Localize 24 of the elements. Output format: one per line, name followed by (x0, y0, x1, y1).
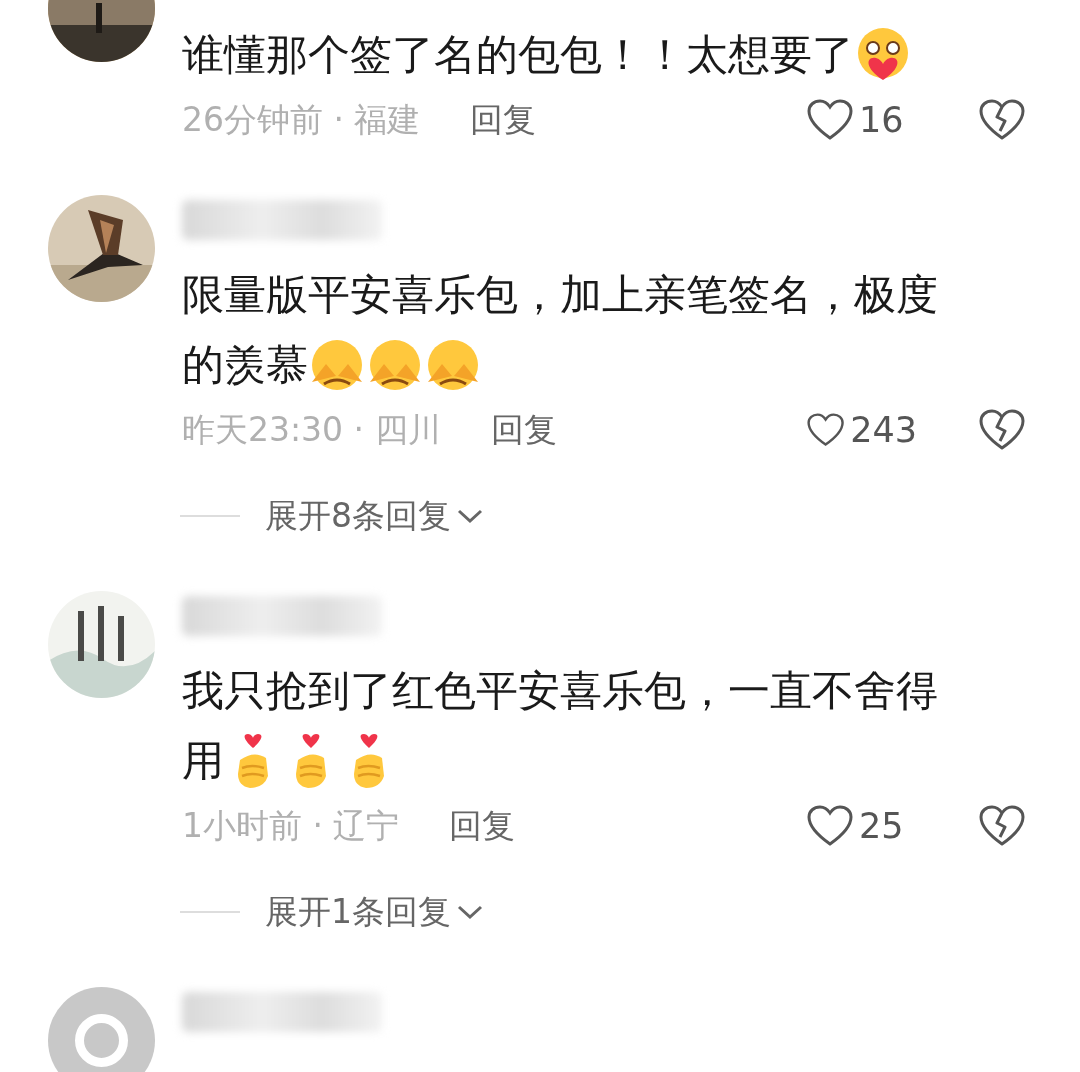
heart-icon (807, 805, 853, 847)
default-avatar-icon (48, 987, 155, 1072)
comment-text: 限量版平安喜乐包，加上亲笔签名，极度 (182, 269, 938, 321)
comment-time-location: 26分钟前 · 福建 (182, 98, 421, 141)
comment-time-location: 1小时前 · 辽宁 (182, 804, 400, 847)
expand-replies-button[interactable]: 展开8条回复 (265, 493, 483, 539)
comment-text: 的羡慕 (182, 339, 308, 391)
comment-time-location: 昨天23:30 · 四川 (182, 408, 441, 451)
like-button[interactable]: 16 (807, 99, 917, 141)
like-button[interactable]: 243 (807, 409, 917, 451)
comment-text: 谁懂那个签了名的包包！！太想要了 (182, 29, 854, 81)
comment-text: 我只抢到了红色平安喜乐包，一直不舍得 (182, 665, 938, 717)
reply-button[interactable]: 回复 (449, 803, 516, 849)
expand-replies-button[interactable]: 展开1条回复 (265, 889, 483, 935)
heart-icon (807, 99, 853, 141)
like-button[interactable]: 25 (807, 805, 917, 847)
chevron-down-icon (457, 508, 483, 524)
reply-button[interactable]: 回复 (490, 407, 557, 453)
broken-heart-icon[interactable] (979, 409, 1025, 451)
reply-button[interactable]: 回复 (470, 97, 537, 143)
chevron-down-icon (457, 904, 483, 920)
broken-heart-icon[interactable] (979, 805, 1025, 847)
broken-heart-icon[interactable] (979, 99, 1025, 141)
comment-text: 用 (182, 735, 224, 787)
